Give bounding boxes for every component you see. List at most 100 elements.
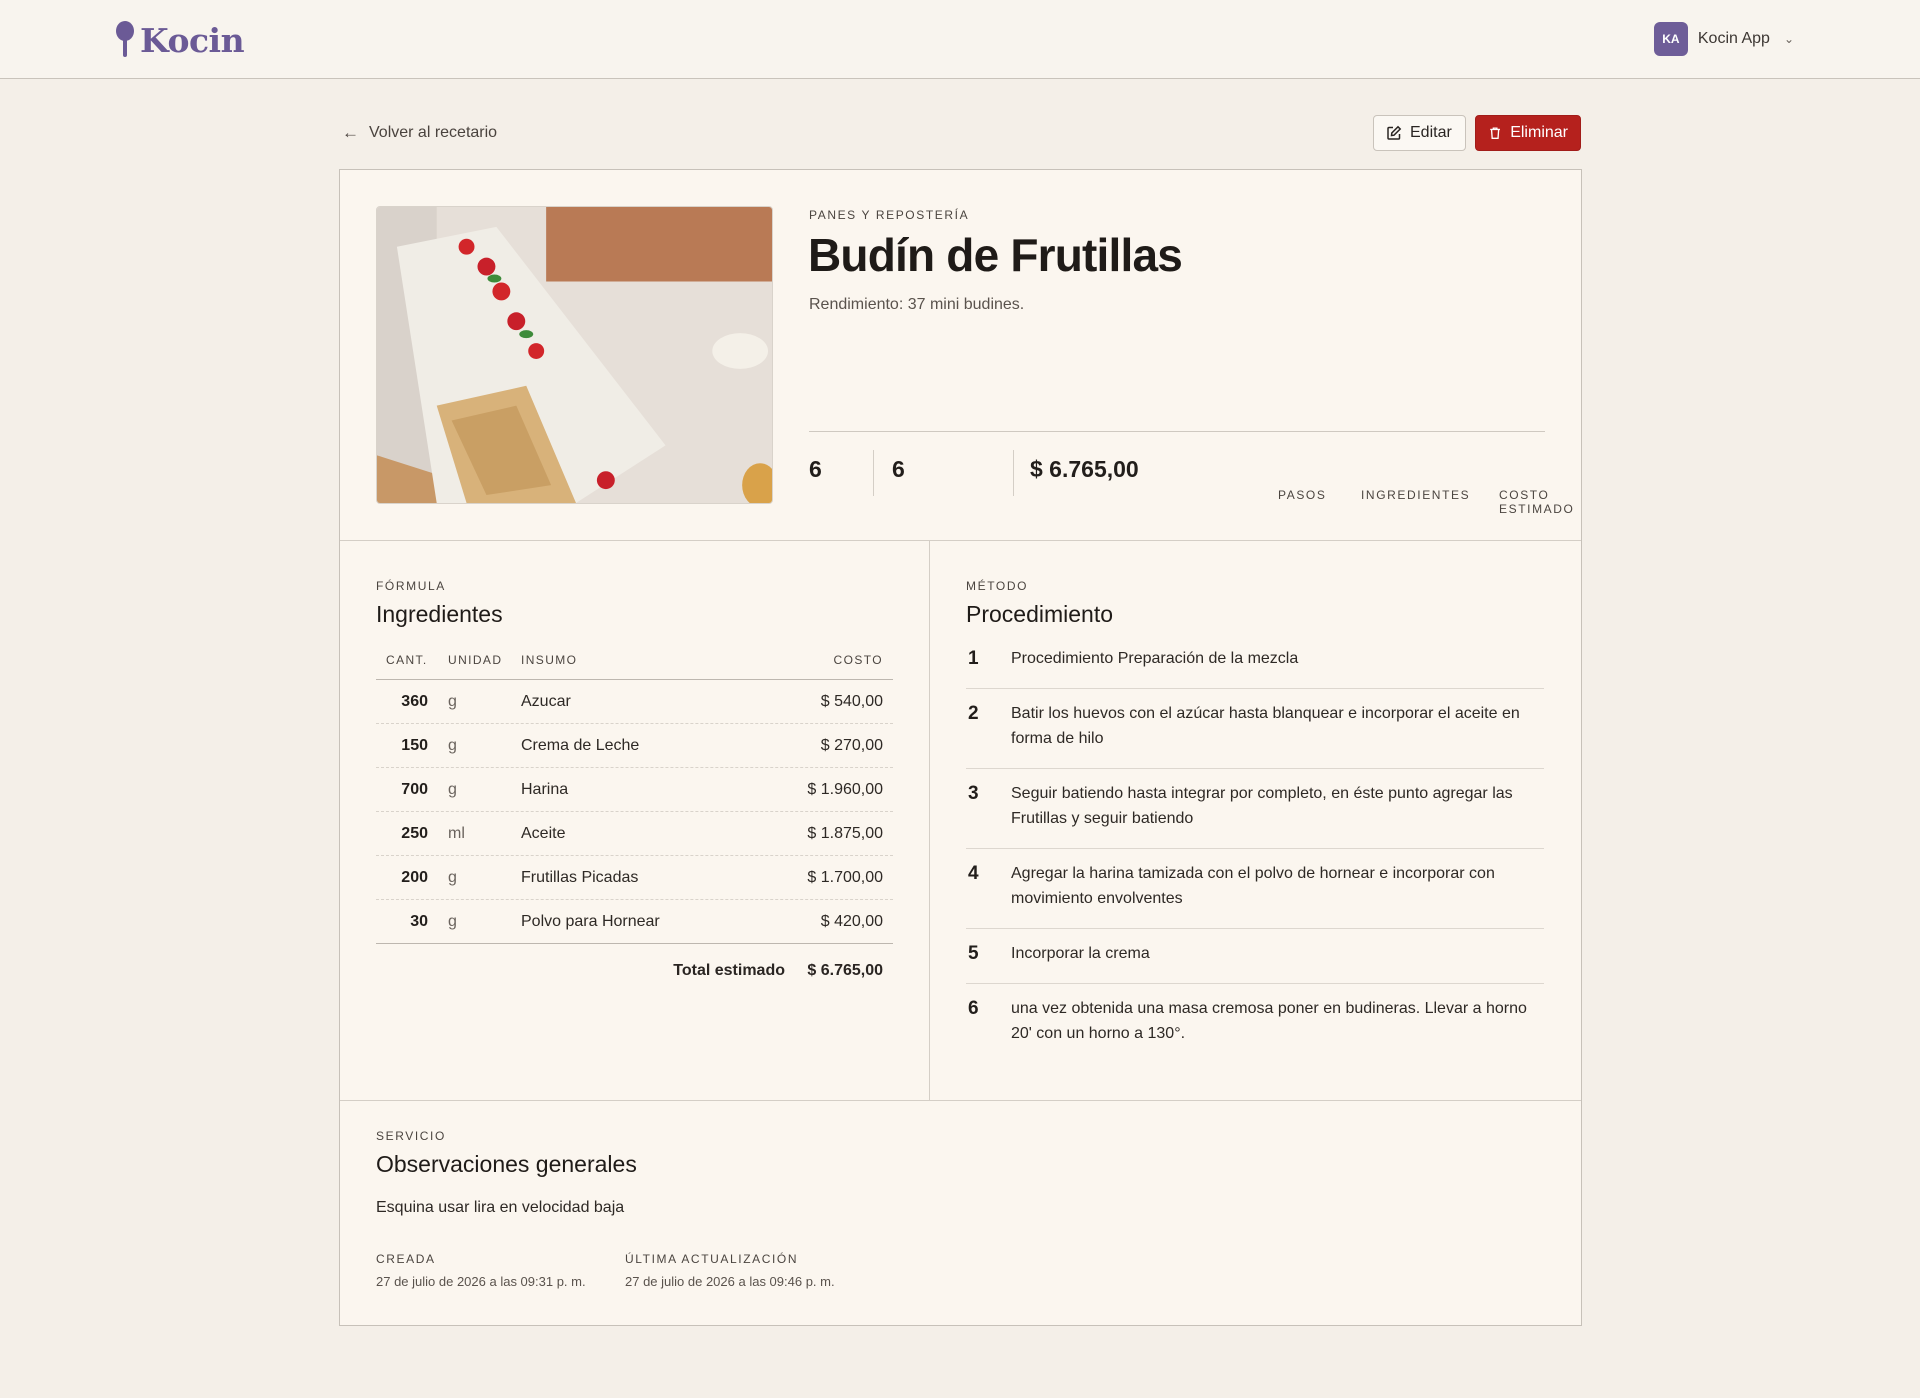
section-title: Procedimiento [966, 601, 1114, 627]
procedure-step: 3 Seguir batiendo hasta integrar por com… [966, 769, 1544, 849]
ingredient-name: Frutillas Picadas [521, 869, 639, 886]
ingredient-cost: $ 1.960,00 [807, 781, 883, 798]
ingredient-cost: $ 420,00 [820, 913, 883, 930]
ingredient-name: Azucar [521, 693, 571, 710]
table-row: 200 g Frutillas Picadas $ 1.700,00 [376, 856, 893, 900]
column-header-name: INSUMO [521, 653, 578, 667]
table-row: 150 g Crema de Leche $ 270,00 [376, 724, 893, 768]
column-header-cost: COSTO [833, 653, 883, 667]
procedure-step: 4 Agregar la harina tamizada con el polv… [966, 849, 1544, 929]
arrow-left-icon: ← [342, 123, 359, 142]
step-text: una vez obtenida una masa cremosa poner … [1011, 1000, 1527, 1042]
brand-logo[interactable]: Kocin [114, 20, 245, 60]
stat-value: $ 6.765,00 [1030, 456, 1139, 482]
created-label: CREADA [376, 1252, 436, 1266]
recipe-hero: PANES Y REPOSTERÍA Budín de Frutillas Re… [340, 170, 1581, 541]
updated-label: ÚLTIMA ACTUALIZACIÓN [625, 1252, 799, 1266]
section-eyebrow: SERVICIO [376, 1129, 446, 1143]
recipe-card: PANES Y REPOSTERÍA Budín de Frutillas Re… [339, 169, 1582, 1326]
stat-separator [1013, 450, 1014, 496]
section-eyebrow: MÉTODO [966, 579, 1029, 593]
step-text: Batir los huevos con el azúcar hasta bla… [1011, 705, 1520, 747]
procedure-section: MÉTODO Procedimiento 1 Procedimiento Pre… [930, 541, 1581, 1100]
ingredient-name: Crema de Leche [521, 737, 640, 754]
ingredients-total: Total estimado $ 6.765,00 [376, 944, 893, 994]
trash-icon [1490, 127, 1500, 139]
created-meta: CREADA 27 de julio de 2026 a las 09:31 p… [376, 1252, 586, 1289]
ingredient-unit: g [448, 693, 457, 710]
brand-name: Kocin [140, 20, 245, 60]
back-to-recipes-link[interactable]: ← Volver al recetario [342, 121, 497, 145]
ingredient-unit: g [448, 913, 457, 930]
stat-ingredients: INGREDIENTES 6 [892, 450, 1469, 502]
ingredient-unit: g [448, 781, 457, 798]
edit-button-label: Editar [1410, 124, 1452, 141]
avatar: KA [1653, 22, 1688, 56]
ingredient-unit: ml [448, 825, 465, 842]
step-number: 2 [968, 703, 979, 724]
ingredient-qty: 150 [401, 737, 428, 754]
procedure-step: 2 Batir los huevos con el azúcar hasta b… [966, 689, 1544, 769]
edit-icon [1387, 125, 1402, 140]
stat-label: PASOS [1278, 488, 1327, 502]
ingredient-qty: 360 [401, 693, 428, 710]
back-link-label: Volver al recetario [369, 124, 498, 141]
stat-separator [873, 450, 874, 496]
ingredient-qty: 200 [401, 869, 428, 886]
procedure-step: 6 una vez obtenida una masa cremosa pone… [966, 984, 1544, 1063]
total-label: Total estimado [673, 962, 785, 979]
column-header-qty: CANT. [386, 653, 428, 667]
whisk-logo-icon [116, 21, 134, 57]
user-menu[interactable]: KA Kocin App ⌄ [1653, 22, 1794, 56]
chevron-down-icon: ⌄ [1783, 32, 1794, 46]
section-title: Observaciones generales [376, 1151, 637, 1177]
step-text: Incorporar la crema [1011, 945, 1150, 962]
step-number: 6 [968, 998, 979, 1019]
step-text: Seguir batiendo hasta integrar por compl… [1011, 785, 1513, 827]
ingredient-cost: $ 270,00 [820, 737, 883, 754]
recipe-title: Budín de Frutillas [808, 229, 1183, 281]
updated-meta: ÚLTIMA ACTUALIZACIÓN 27 de julio de 2026… [625, 1252, 835, 1289]
table-row: 700 g Harina $ 1.960,00 [376, 768, 893, 812]
ingredient-name: Polvo para Hornear [521, 913, 660, 930]
stat-label: INGREDIENTES [1361, 488, 1471, 502]
delete-button[interactable]: Eliminar [1475, 115, 1581, 151]
ingredient-unit: g [448, 869, 457, 886]
step-text: Procedimiento Preparación de la mezcla [1011, 650, 1299, 667]
ingredient-name: Aceite [521, 825, 566, 842]
table-row: 360 g Azucar $ 540,00 [376, 680, 893, 724]
recipe-yield: Rendimiento: 37 mini budines. [809, 296, 1025, 313]
notes-text: Esquina usar lira en velocidad baja [376, 1199, 625, 1216]
table-row: 250 ml Aceite $ 1.875,00 [376, 812, 893, 856]
ingredient-qty: 30 [410, 913, 428, 930]
ingredient-qty: 700 [401, 781, 428, 798]
ingredients-section: FÓRMULA Ingredientes CANT. UNIDAD INSUMO… [340, 541, 930, 1100]
procedure-step: 1 Procedimiento Preparación de la mezcla [966, 634, 1544, 689]
stats-divider [809, 431, 1545, 432]
step-number: 3 [968, 783, 979, 804]
section-title: Ingredientes [376, 601, 503, 627]
total-value: $ 6.765,00 [807, 962, 883, 979]
ingredient-cost: $ 1.700,00 [807, 869, 883, 886]
stat-estimated-cost: COSTO ESTIMADO $ 6.765,00 [1030, 450, 1573, 516]
step-number: 1 [968, 648, 979, 669]
stat-steps: PASOS 6 [809, 450, 1325, 502]
ingredient-qty: 250 [401, 825, 428, 842]
user-name: Kocin App [1697, 30, 1770, 47]
step-number: 5 [968, 943, 979, 964]
notes-section: SERVICIO Observaciones generales Esquina… [340, 1100, 1581, 1325]
updated-value: 27 de julio de 2026 a las 09:46 p. m. [625, 1274, 835, 1289]
column-header-unit: UNIDAD [448, 653, 503, 667]
section-eyebrow: FÓRMULA [376, 579, 446, 593]
ingredient-cost: $ 1.875,00 [807, 825, 883, 842]
created-value: 27 de julio de 2026 a las 09:31 p. m. [376, 1274, 586, 1289]
ingredients-table-header: CANT. UNIDAD INSUMO COSTO [376, 642, 893, 680]
ingredient-name: Harina [521, 781, 569, 798]
edit-button[interactable]: Editar [1373, 115, 1466, 151]
ingredient-unit: g [448, 737, 457, 754]
recipe-category: PANES Y REPOSTERÍA [809, 208, 970, 222]
stat-value: 6 [809, 456, 822, 482]
recipe-photo [376, 206, 773, 504]
delete-button-label: Eliminar [1510, 124, 1568, 141]
stat-label: COSTO ESTIMADO [1499, 488, 1575, 516]
